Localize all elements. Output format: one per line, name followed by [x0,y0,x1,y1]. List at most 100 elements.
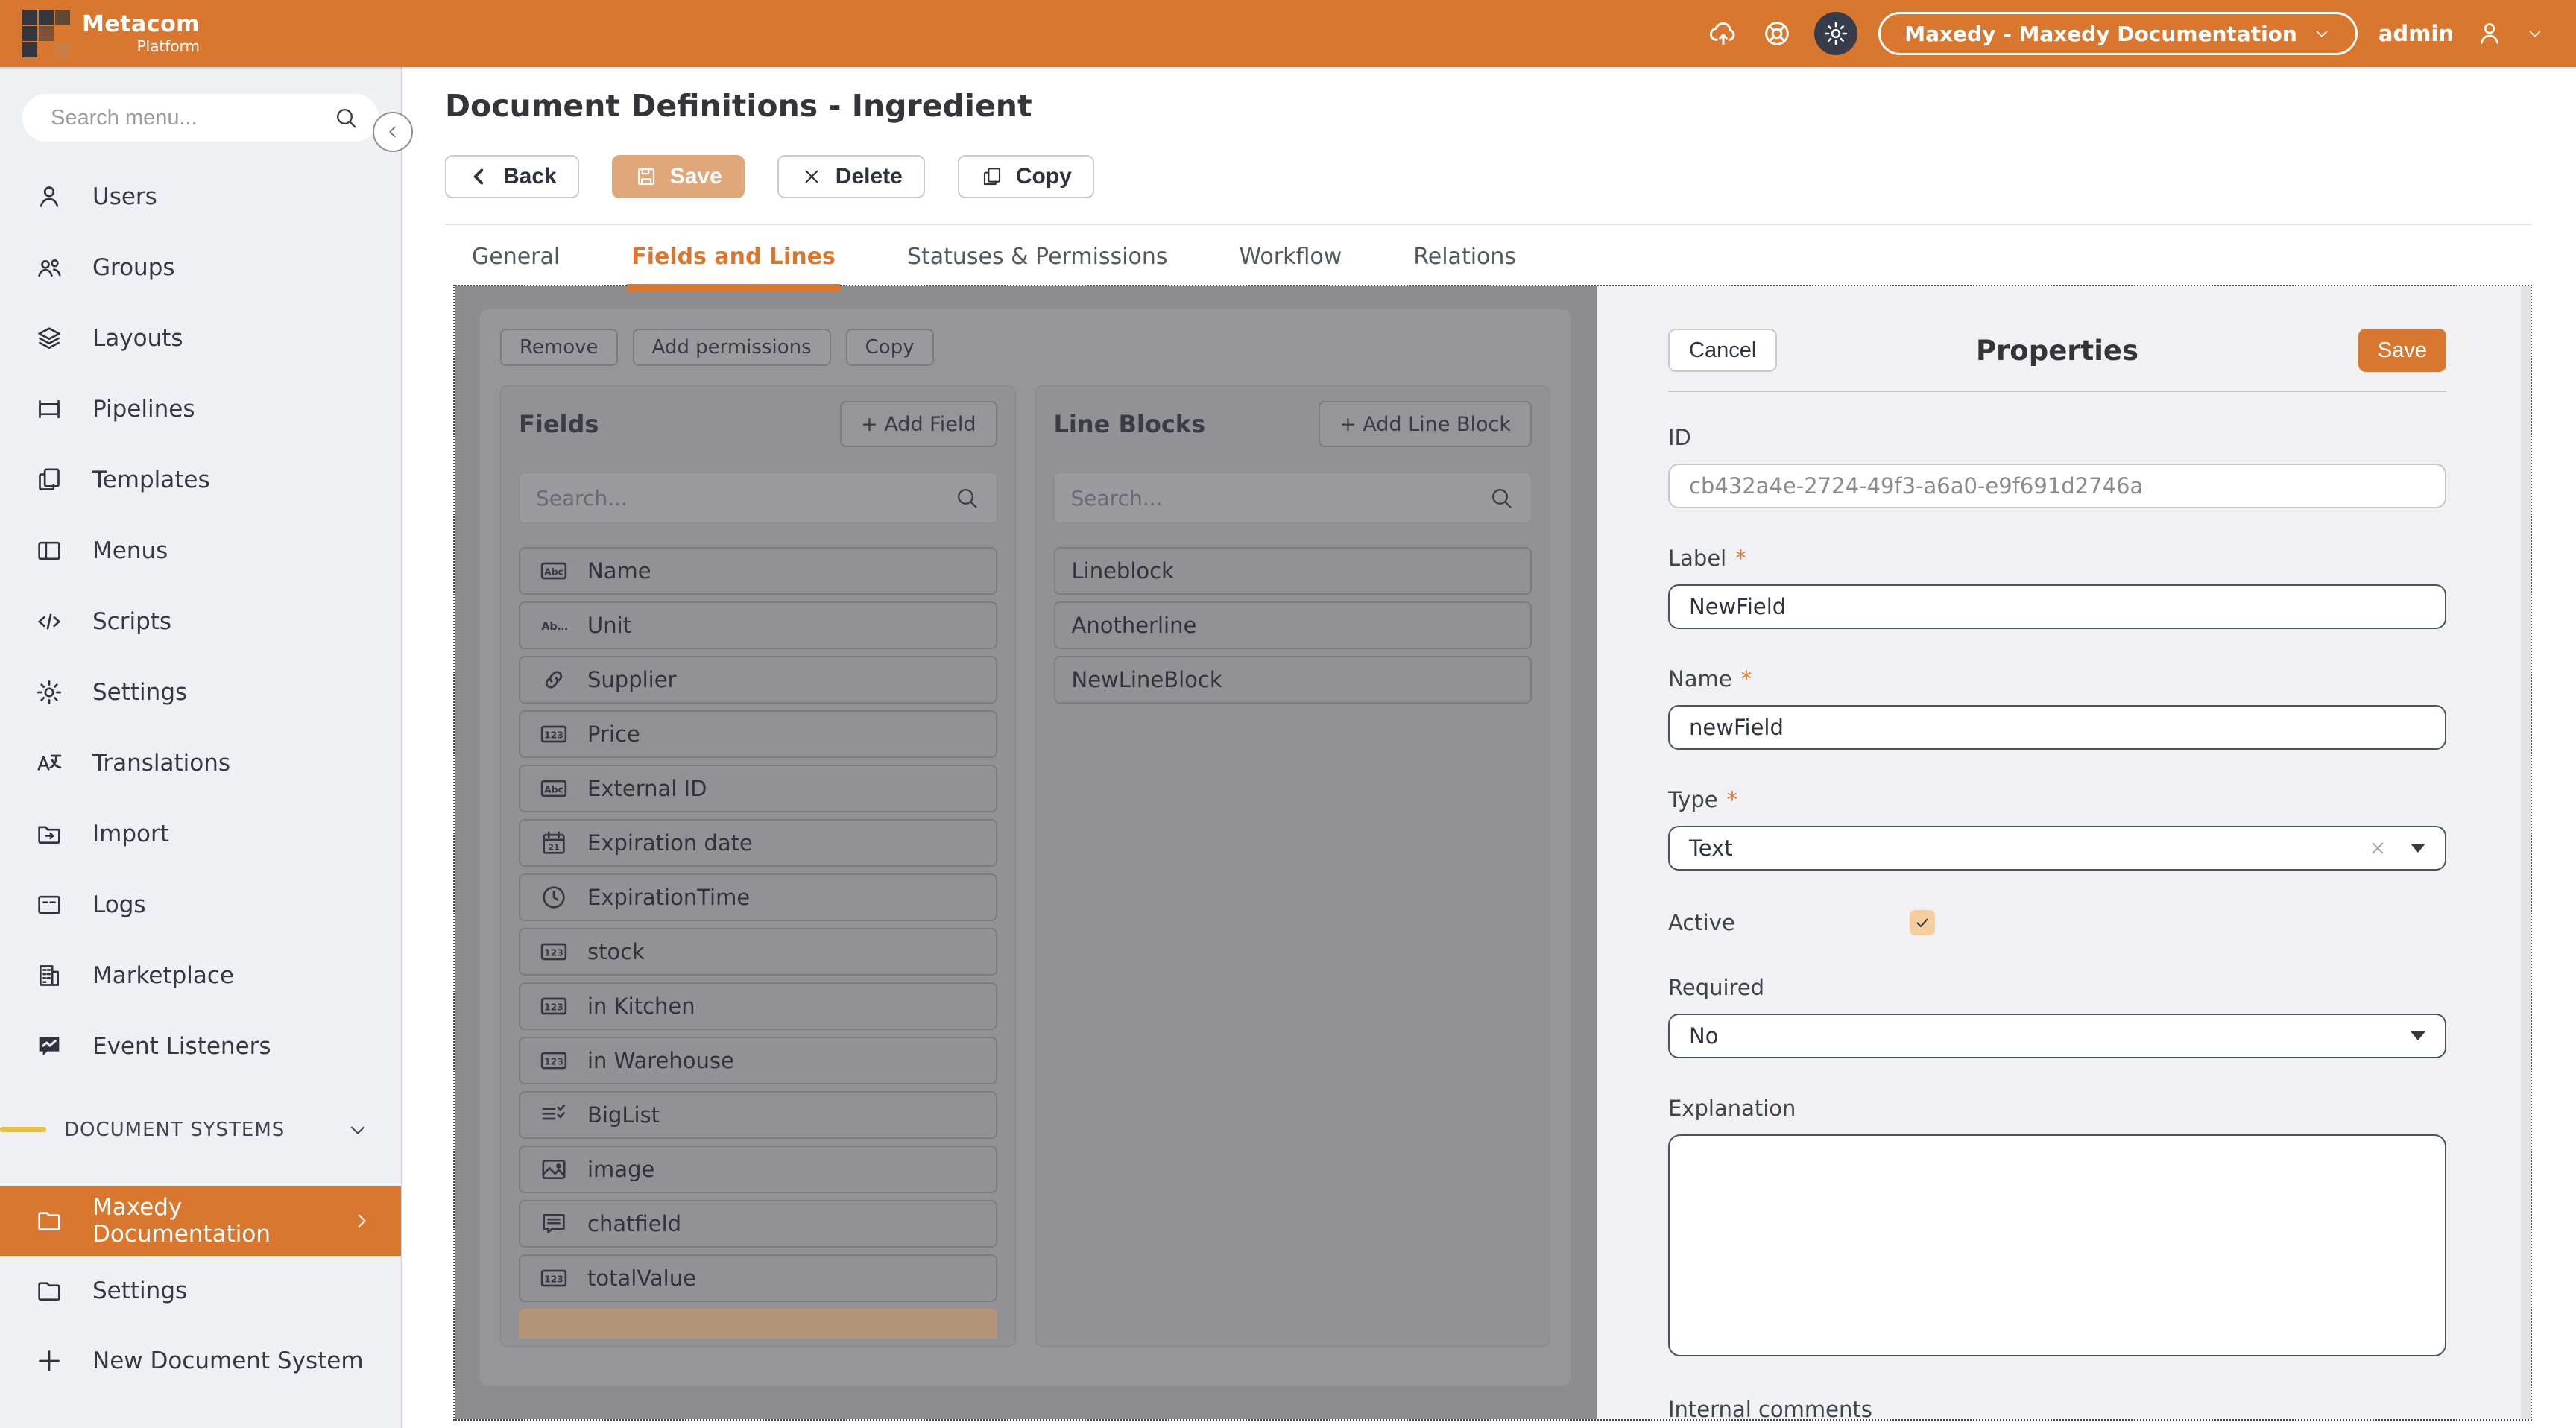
scrollbar[interactable] [2521,286,2531,1419]
user-menu-chevron-icon[interactable] [2525,24,2545,43]
required-select[interactable]: No [1668,1014,2446,1058]
delete-button[interactable]: Delete [777,155,925,198]
line-blocks-search-input [1071,486,1489,511]
chevron-down-icon[interactable] [346,1118,370,1142]
svg-text:Abc: Abc [544,567,564,578]
sidebar-item-maxedy-documentation[interactable]: Maxedy Documentation [0,1186,401,1256]
designer-toolbar: Remove Add permissions Copy [500,329,1550,366]
sidebar-document-items: Maxedy DocumentationSettings New Document… [0,1186,401,1396]
sidebar-collapse-button[interactable] [373,112,413,152]
f-number-icon: 123 [537,1046,571,1075]
sidebar-item-import[interactable]: Import [0,798,401,869]
sidebar-item-label: New Document System [92,1348,364,1374]
required-marker: * [1741,666,1752,692]
cloud-upload-icon[interactable] [1707,17,1740,50]
properties-title: Properties [1668,335,2446,367]
label-field-input[interactable] [1668,584,2446,629]
f-date-icon: 21 [537,828,571,858]
sidebar-item-groups[interactable]: Groups [0,232,401,303]
logo-grid-icon [22,10,70,57]
translate-icon [34,748,64,778]
f-link-icon [537,665,571,695]
sidebar-item-new-document-system[interactable]: New Document System [0,1326,401,1396]
username: admin [2378,21,2454,46]
sidebar-item-menus[interactable]: Menus [0,515,401,586]
sidebar-item-translations[interactable]: Translations [0,727,401,798]
sidebar-item-settings[interactable]: Settings [0,1256,401,1326]
svg-text:123: 123 [544,1002,564,1013]
cancel-button[interactable]: Cancel [1668,329,1777,372]
tab-fields-and-lines[interactable]: Fields and Lines [631,225,836,288]
type-select[interactable]: Text [1668,826,2446,871]
sidebar-search-input[interactable] [22,94,379,142]
sidebar-item-layouts[interactable]: Layouts [0,303,401,373]
explanation-textarea[interactable] [1668,1134,2446,1356]
sidebar-item-event-listeners[interactable]: Event Listeners [0,1011,401,1081]
designer-panel: Remove Add permissions Copy Fields + Add… [479,309,1572,1386]
tab-general[interactable]: General [472,225,560,288]
svg-text:Ab…: Ab… [541,621,568,633]
help-lifebuoy-icon[interactable] [1761,17,1793,50]
user-icon [34,182,64,212]
tab-relations[interactable]: Relations [1413,225,1516,288]
chevron-left-icon [383,122,402,142]
sidebar-item-logs[interactable]: Logs [0,869,401,940]
sidebar-item-marketplace[interactable]: Marketplace [0,940,401,1011]
sidebar-item-label: Pipelines [92,396,195,423]
sidebar-item-scripts[interactable]: Scripts [0,586,401,657]
id-field-input[interactable] [1668,464,2446,508]
field-item-label: Name [587,558,651,584]
gear-icon [1822,19,1850,48]
remove-button: Remove [500,329,618,366]
workspace-selector[interactable]: Maxedy - Maxedy Documentation [1878,12,2358,55]
event-chat-icon [34,1031,64,1061]
fields-panel: Fields + Add Field AbcNameAb…UnitSupplie… [500,385,1016,1347]
sidebar-item-settings[interactable]: Settings [0,657,401,727]
section-label: DOCUMENT SYSTEMS [64,1119,285,1141]
settings-gear-button[interactable] [1814,12,1857,55]
required-field-label: Required [1668,975,1764,1000]
active-checkbox[interactable] [1910,910,1935,935]
f-text-icon: Abc [537,774,571,803]
main-content: Document Definitions - Ingredient Back S… [404,67,2576,1428]
building-icon [34,961,64,991]
fields-list: AbcNameAb…UnitSupplier123PriceAbcExterna… [519,547,997,1339]
sidebar-item-templates[interactable]: Templates [0,444,401,515]
f-text-icon: Abc [537,556,571,586]
back-button[interactable]: Back [445,155,579,198]
svg-text:123: 123 [544,1274,564,1285]
import-icon [34,819,64,849]
field-item-label: Price [587,721,640,747]
svg-text:123: 123 [544,948,564,958]
active-field-group: Active [1668,908,2446,938]
fields-search-input [536,486,953,511]
chevron-left-icon [467,165,491,189]
explanation-field-group: Explanation [1668,1096,2446,1359]
line-block-item-lineblock: Lineblock [1054,547,1532,595]
properties-save-button[interactable]: Save [2358,329,2446,372]
sidebar-item-users[interactable]: Users [0,161,401,232]
clear-x-icon[interactable] [2367,838,2388,859]
workspace-selector-label: Maxedy - Maxedy Documentation [1904,22,2297,46]
section-marker [0,1127,46,1132]
sidebar-item-label: Event Listeners [92,1033,271,1060]
type-field-group: Type* Text [1668,787,2446,871]
user-avatar-icon[interactable] [2475,19,2504,48]
save-button[interactable]: Save [612,155,745,198]
dropdown-caret-icon [2411,844,2425,853]
sidebar-item-label: Logs [92,891,146,918]
field-item-stock: 123stock [519,928,997,976]
field-item-biglist: BigList [519,1091,997,1139]
copy-button[interactable]: Copy [958,155,1094,198]
sidebar-item-label: Templates [92,467,210,493]
tab-statuses-permissions[interactable]: Statuses & Permissions [907,225,1168,288]
add-line-block-button: + Add Line Block [1319,401,1532,447]
sidebar-menu: UsersGroupsLayouts Pipelines Templates Menu… [0,161,401,1081]
sidebar-item-pipelines[interactable]: Pipelines [0,373,401,444]
svg-text:123: 123 [544,1057,564,1067]
field-item-external-id: AbcExternal ID [519,765,997,812]
name-field-input[interactable] [1668,705,2446,750]
checkmark-icon [1913,914,1931,932]
field-item-price: 123Price [519,710,997,758]
tab-workflow[interactable]: Workflow [1240,225,1342,288]
